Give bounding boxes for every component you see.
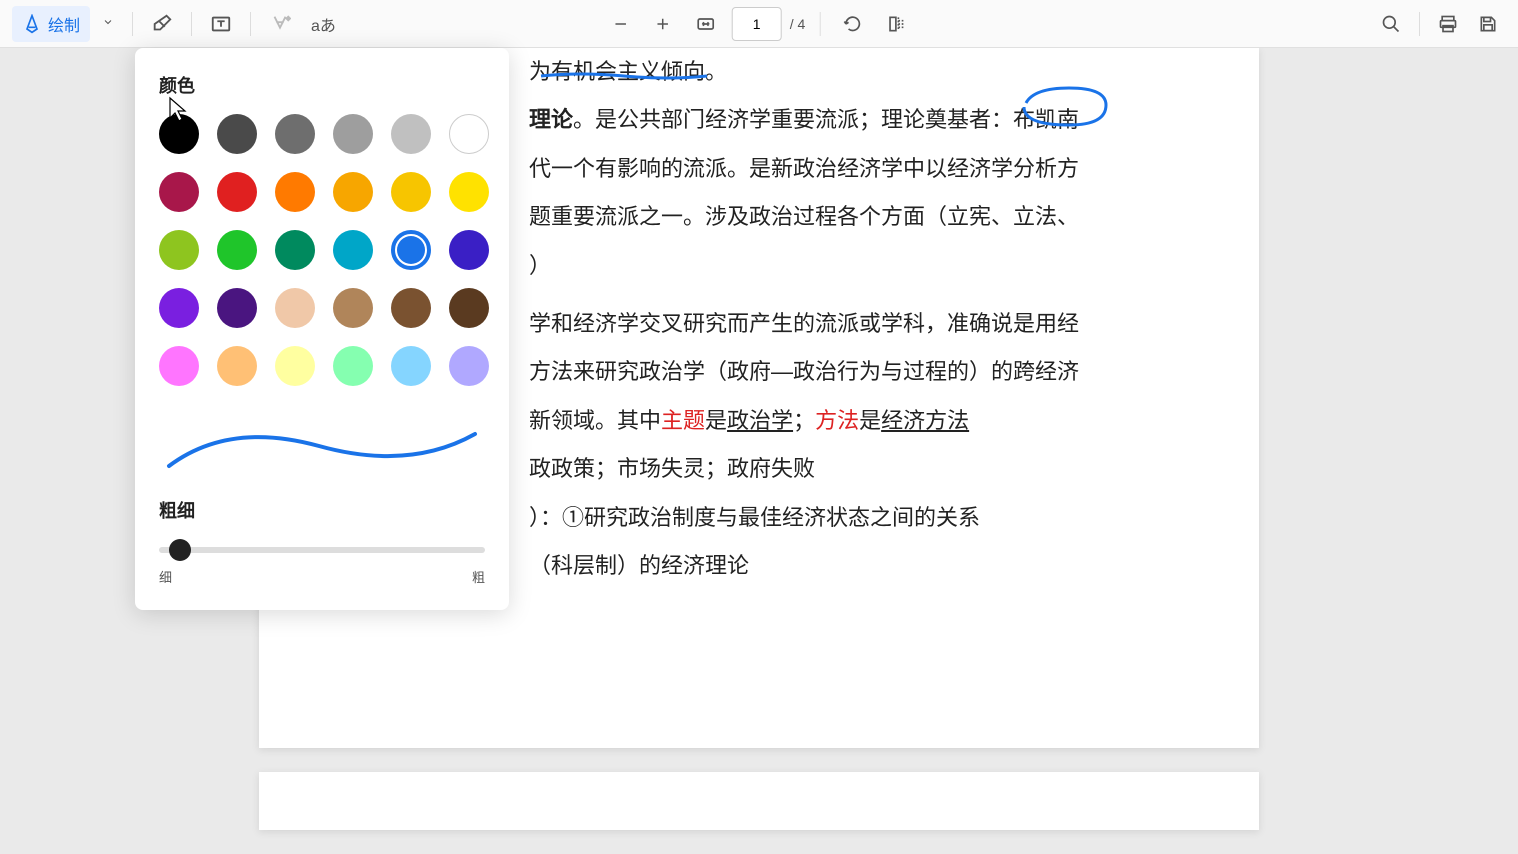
color-swatch[interactable] — [449, 172, 489, 212]
doc-text: ）：①研究政治制度与最佳经济状态之间的关系 — [529, 494, 1199, 542]
color-swatch[interactable] — [159, 172, 199, 212]
color-swatch[interactable] — [449, 346, 489, 386]
color-swatch[interactable] — [449, 230, 489, 270]
zoom-out-button[interactable] — [604, 7, 638, 41]
chevron-down-icon — [102, 16, 114, 28]
toolbar-right — [1373, 6, 1506, 42]
color-swatch[interactable] — [391, 346, 431, 386]
fit-width-button[interactable] — [688, 6, 724, 42]
color-swatch[interactable] — [391, 230, 431, 270]
translate-button[interactable]: aあ — [303, 4, 344, 44]
textbox-button[interactable] — [202, 5, 240, 43]
save-button[interactable] — [1470, 6, 1506, 42]
color-swatch[interactable] — [159, 346, 199, 386]
slider-thumb[interactable] — [169, 539, 191, 561]
doc-text: 代一个有影响的流派。是新政治经济学中以经济学分析方 — [529, 145, 1199, 193]
color-swatch[interactable] — [275, 288, 315, 328]
color-swatch[interactable] — [159, 230, 199, 270]
search-button[interactable] — [1373, 6, 1409, 42]
color-swatch[interactable] — [333, 230, 373, 270]
color-swatch[interactable] — [275, 114, 315, 154]
page-view-icon — [886, 14, 906, 34]
highlight-text-button — [261, 5, 299, 43]
color-swatch[interactable] — [159, 288, 199, 328]
eraser-icon — [151, 13, 173, 35]
draw-tool-button[interactable]: 绘制 — [12, 6, 90, 42]
color-swatch[interactable] — [217, 172, 257, 212]
color-swatch[interactable] — [159, 114, 199, 154]
doc-text: 新领域。其中主题是政治学；方法是经济方法 — [529, 397, 1199, 445]
color-swatch[interactable] — [333, 346, 373, 386]
color-swatch[interactable] — [217, 346, 257, 386]
thickness-slider-wrap: 细 粗 — [159, 539, 485, 586]
rotate-button[interactable] — [834, 6, 870, 42]
color-swatch[interactable] — [391, 172, 431, 212]
minus-icon — [612, 15, 630, 33]
doc-text: （科层制）的经济理论 — [529, 542, 1199, 590]
toolbar-center: / 4 — [604, 6, 915, 42]
slider-track-line — [159, 547, 485, 553]
color-swatch[interactable] — [449, 114, 489, 154]
doc-text: 方法来研究政治学（政府—政治行为与过程的）的跨经济 — [529, 348, 1199, 396]
color-section-label: 颜色 — [159, 72, 485, 98]
color-swatch[interactable] — [275, 230, 315, 270]
annotation-circle — [1014, 85, 1114, 129]
divider — [191, 12, 192, 36]
rotate-icon — [842, 14, 862, 34]
print-button[interactable] — [1430, 6, 1466, 42]
thickness-slider[interactable] — [159, 539, 485, 561]
color-swatch[interactable] — [391, 114, 431, 154]
textbox-icon — [210, 13, 232, 35]
draw-settings-popup: 颜色 粗细 细 粗 — [135, 48, 509, 610]
draw-tool-label: 绘制 — [48, 12, 80, 36]
search-icon — [1381, 14, 1401, 34]
thickness-section-label: 粗细 — [159, 497, 485, 523]
save-icon — [1478, 14, 1498, 34]
page-2 — [259, 772, 1259, 830]
color-swatch[interactable] — [333, 288, 373, 328]
color-swatch[interactable] — [217, 230, 257, 270]
color-swatch[interactable] — [333, 114, 373, 154]
divider — [132, 12, 133, 36]
color-swatch[interactable] — [217, 288, 257, 328]
color-swatch[interactable] — [275, 172, 315, 212]
doc-text: 题重要流派之一。涉及政治过程各个方面（立宪、立法、 — [529, 193, 1199, 241]
doc-text: ） — [529, 242, 1199, 290]
color-swatch[interactable] — [333, 172, 373, 212]
color-grid — [159, 114, 485, 386]
annotation-underline — [539, 70, 709, 84]
page-number-input[interactable] — [732, 7, 782, 41]
page-total: / 4 — [790, 16, 806, 32]
print-icon — [1438, 14, 1458, 34]
slider-labels: 细 粗 — [159, 567, 485, 586]
zoom-in-button[interactable] — [646, 7, 680, 41]
doc-text: 政政策；市场失灵；政府失败 — [529, 445, 1199, 493]
divider — [250, 12, 251, 36]
fit-width-icon — [696, 14, 716, 34]
eraser-button[interactable] — [143, 5, 181, 43]
text-highlight-icon — [269, 13, 291, 35]
plus-icon — [654, 15, 672, 33]
stroke-preview — [159, 416, 485, 476]
pen-icon — [22, 14, 42, 34]
page-view-button[interactable] — [878, 6, 914, 42]
thin-label: 细 — [159, 567, 172, 586]
color-swatch[interactable] — [275, 346, 315, 386]
color-swatch[interactable] — [391, 288, 431, 328]
doc-text: 学和经济学交叉研究而产生的流派或学科，准确说是用经 — [529, 300, 1199, 348]
divider — [819, 12, 820, 36]
divider — [1419, 12, 1420, 36]
thick-label: 粗 — [472, 567, 485, 586]
draw-dropdown-button[interactable] — [94, 9, 122, 39]
toolbar: 绘制 aあ / 4 — [0, 0, 1518, 48]
color-swatch[interactable] — [217, 114, 257, 154]
color-swatch[interactable] — [449, 288, 489, 328]
